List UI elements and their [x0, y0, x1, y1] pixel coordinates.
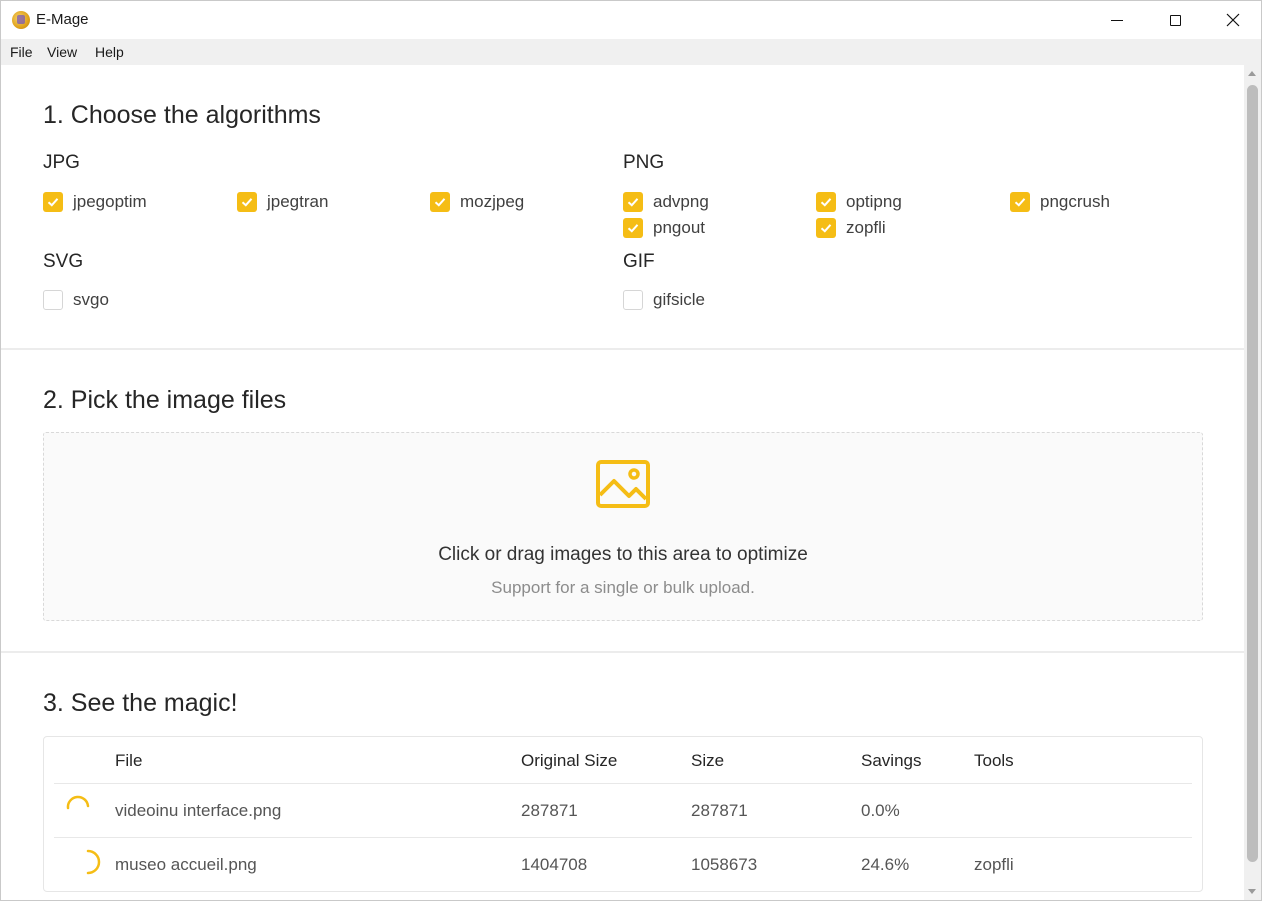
table-cell-original-size: 1404708 [521, 855, 588, 874]
checkbox-zopfli[interactable]: zopfli [816, 217, 886, 239]
dropzone-hint: Support for a single or bulk upload. [491, 578, 755, 597]
window-title: E-Mage [36, 11, 89, 28]
table-cell-savings: 0.0% [861, 801, 900, 820]
menu-view[interactable]: View [47, 44, 77, 60]
row-divider [54, 837, 1192, 838]
checkbox-svgo[interactable]: svgo [43, 289, 109, 311]
checkbox-unchecked-icon [43, 290, 63, 310]
section-divider [1, 348, 1244, 350]
table-cell-tools: zopfli [974, 855, 1014, 874]
column-header-size: Size [691, 751, 725, 770]
minimize-icon [1111, 19, 1123, 21]
table-cell-savings: 24.6% [861, 855, 910, 874]
table-cell-file: museo accueil.png [115, 855, 257, 874]
checkbox-advpng[interactable]: advpng [623, 191, 709, 213]
column-header-original-size: Original Size [521, 751, 618, 770]
section-results-title: 3. See the magic! [43, 689, 238, 717]
menu-help[interactable]: Help [95, 44, 124, 60]
checkbox-jpegtran[interactable]: jpegtran [237, 191, 328, 213]
table-cell-size: 1058673 [691, 855, 758, 874]
scroll-down-icon[interactable] [1248, 889, 1256, 894]
menu-file[interactable]: File [10, 44, 33, 60]
menu-bar: File View Help [1, 39, 1261, 65]
main-content: 1. Choose the algorithms JPG PNG SVG GIF… [1, 65, 1244, 900]
checkbox-checked-icon [430, 192, 450, 212]
checkbox-checked-icon [237, 192, 257, 212]
maximize-button[interactable] [1146, 1, 1204, 39]
checkbox-label: jpegoptim [73, 192, 147, 211]
section-files-title: 2. Pick the image files [43, 386, 287, 414]
checkbox-pngcrush[interactable]: pngcrush [1010, 191, 1110, 213]
group-title-png: PNG [623, 152, 665, 173]
loading-spinner-icon [86, 849, 101, 875]
table-cell-file: videoinu interface.png [115, 801, 282, 820]
close-button[interactable] [1204, 1, 1261, 39]
checkbox-unchecked-icon [623, 290, 643, 310]
checkbox-pngout[interactable]: pngout [623, 217, 705, 239]
checkbox-mozjpeg[interactable]: mozjpeg [430, 191, 524, 213]
group-title-jpg: JPG [43, 152, 80, 173]
minimize-button[interactable] [1088, 1, 1146, 39]
title-bar: E-Mage [1, 1, 1261, 39]
checkbox-label: advpng [653, 192, 709, 211]
checkbox-label: zopfli [846, 218, 886, 237]
checkbox-label: pngout [653, 218, 705, 237]
checkbox-checked-icon [816, 192, 836, 212]
checkbox-label: svgo [73, 290, 109, 309]
checkbox-label: mozjpeg [460, 192, 525, 211]
checkbox-label: gifsicle [653, 290, 705, 309]
checkbox-label: jpegtran [267, 192, 329, 211]
column-header-tools: Tools [974, 751, 1014, 770]
checkbox-checked-icon [43, 192, 63, 212]
checkbox-checked-icon [816, 218, 836, 238]
section-divider [1, 651, 1244, 653]
vertical-scrollbar[interactable] [1244, 65, 1261, 900]
column-header-file: File [115, 751, 143, 770]
checkbox-checked-icon [623, 192, 643, 212]
checkbox-jpegoptim[interactable]: jpegoptim [43, 191, 147, 213]
row-divider [54, 783, 1192, 784]
scrollbar-thumb[interactable] [1247, 85, 1258, 862]
checkbox-optipng[interactable]: optipng [816, 191, 902, 213]
scroll-up-icon[interactable] [1248, 71, 1256, 76]
checkbox-label: pngcrush [1040, 192, 1110, 211]
checkbox-label: optipng [846, 192, 902, 211]
maximize-icon [1169, 14, 1181, 26]
app-window: E-Mage File View Help 1. Choose the algo… [0, 0, 1262, 901]
group-title-svg: SVG [43, 251, 84, 272]
app-logo-icon [12, 11, 30, 29]
group-title-gif: GIF [623, 251, 655, 272]
checkbox-gifsicle[interactable]: gifsicle [623, 289, 705, 311]
table-cell-original-size: 287871 [521, 801, 578, 820]
results-table: File Original Size Size Savings Tools vi… [43, 736, 1203, 892]
upload-dropzone[interactable]: Click or drag images to this area to opt… [43, 432, 1203, 621]
section-algorithms-title: 1. Choose the algorithms [43, 101, 321, 129]
loading-spinner-icon [66, 795, 90, 810]
table-cell-size: 287871 [691, 801, 748, 820]
image-icon [596, 460, 650, 508]
dropzone-text: Click or drag images to this area to opt… [438, 544, 808, 565]
checkbox-checked-icon [1010, 192, 1030, 212]
column-header-savings: Savings [861, 751, 922, 770]
checkbox-checked-icon [623, 218, 643, 238]
close-icon [1226, 13, 1240, 27]
